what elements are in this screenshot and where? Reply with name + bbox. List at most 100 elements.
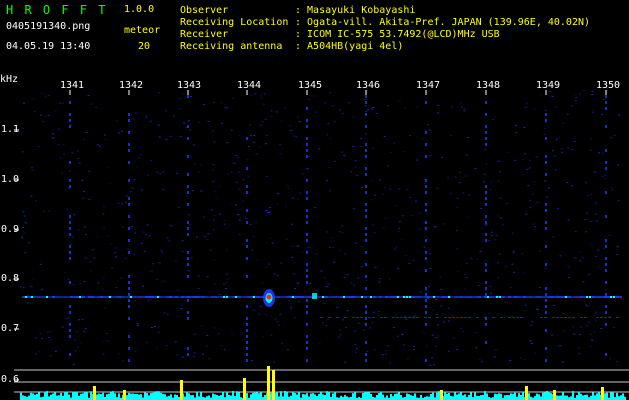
noise-dot bbox=[189, 129, 192, 131]
carrier-band-low bbox=[556, 317, 559, 318]
noise-dot bbox=[526, 102, 529, 104]
carrier-band-low bbox=[464, 317, 467, 318]
noise-dot bbox=[103, 307, 106, 309]
strength-bar bbox=[582, 395, 584, 400]
noise-dot bbox=[225, 249, 228, 251]
noise-dot bbox=[30, 167, 33, 169]
noise-dot bbox=[32, 98, 35, 100]
noise-dot bbox=[21, 237, 24, 239]
noise-dot bbox=[372, 223, 374, 225]
noise-dot bbox=[341, 225, 343, 227]
strength-bar bbox=[162, 393, 164, 400]
noise-dot bbox=[531, 321, 534, 323]
noise-dot bbox=[327, 283, 330, 285]
strength-bar bbox=[334, 391, 336, 400]
carrier-band bbox=[136, 296, 139, 298]
strength-spike bbox=[180, 380, 183, 400]
minute-streak bbox=[306, 239, 308, 242]
noise-dot bbox=[338, 231, 341, 233]
noise-dot bbox=[527, 185, 530, 187]
noise-dot bbox=[207, 233, 210, 235]
noise-dot bbox=[397, 267, 399, 269]
noise-dot bbox=[151, 270, 154, 272]
noise-dot bbox=[545, 267, 548, 269]
carrier-band bbox=[124, 296, 127, 298]
noise-dot bbox=[82, 295, 85, 296]
noise-dot bbox=[41, 93, 44, 95]
minute-streak bbox=[128, 113, 130, 116]
noise-dot bbox=[297, 116, 299, 118]
noise-dot bbox=[419, 291, 422, 293]
noise-dot bbox=[30, 195, 33, 197]
carrier-band-low bbox=[500, 317, 503, 318]
minute-streak bbox=[365, 311, 367, 314]
carrier-band bbox=[490, 296, 493, 298]
noise-dot bbox=[38, 351, 41, 353]
minute-streak bbox=[485, 323, 487, 326]
strength-bar bbox=[132, 393, 134, 400]
minute-streak bbox=[306, 119, 308, 122]
carrier-band bbox=[232, 296, 235, 298]
noise-dot bbox=[602, 98, 605, 100]
noise-dot bbox=[427, 286, 430, 288]
noise-dot bbox=[223, 223, 226, 225]
minute-streak bbox=[605, 257, 607, 260]
minute-streak bbox=[246, 347, 248, 350]
minute-streak bbox=[306, 191, 308, 194]
minute-streak bbox=[605, 107, 607, 110]
y-tick-label: 0.7 bbox=[1, 323, 20, 334]
noise-dot bbox=[465, 154, 468, 156]
noise-dot bbox=[398, 227, 401, 229]
noise-dot bbox=[31, 278, 34, 280]
noise-dot bbox=[115, 256, 118, 258]
noise-dot bbox=[434, 345, 437, 347]
carrier-bright bbox=[448, 296, 450, 298]
noise-dot bbox=[587, 321, 590, 323]
noise-dot bbox=[220, 345, 223, 347]
noise-dot bbox=[288, 299, 291, 301]
noise-dot bbox=[440, 305, 443, 307]
minute-streak bbox=[69, 251, 71, 254]
strength-bar bbox=[46, 391, 48, 400]
minute-streak bbox=[545, 209, 547, 212]
carrier-band bbox=[301, 296, 304, 298]
noise-dot bbox=[333, 160, 336, 162]
noise-dot bbox=[364, 111, 367, 112]
minute-streak bbox=[306, 359, 308, 362]
minute-streak bbox=[128, 293, 130, 296]
noise-dot bbox=[568, 277, 571, 278]
noise-dot bbox=[360, 146, 363, 147]
noise-dot bbox=[339, 329, 342, 331]
noise-dot bbox=[579, 260, 582, 262]
strength-bar bbox=[168, 395, 170, 400]
noise-dot bbox=[223, 220, 226, 222]
strength-bar bbox=[606, 392, 608, 400]
carrier-band bbox=[148, 296, 151, 298]
noise-dot bbox=[54, 350, 57, 352]
carrier-band bbox=[181, 296, 184, 298]
noise-dot bbox=[364, 105, 367, 107]
noise-dot bbox=[578, 251, 581, 253]
noise-dot bbox=[147, 299, 150, 301]
noise-dot bbox=[82, 197, 85, 199]
minute-streak bbox=[545, 287, 547, 290]
noise-dot bbox=[505, 203, 508, 204]
noise-dot bbox=[273, 361, 275, 363]
noise-dot bbox=[598, 266, 601, 268]
strength-bar bbox=[346, 396, 348, 400]
minute-streak bbox=[425, 227, 427, 230]
noise-dot bbox=[34, 294, 36, 295]
strength-bar bbox=[98, 393, 100, 400]
noise-dot bbox=[290, 306, 293, 308]
carrier-band bbox=[493, 296, 496, 298]
noise-dot bbox=[526, 168, 529, 170]
minute-streak bbox=[485, 287, 487, 290]
noise-dot bbox=[95, 236, 98, 238]
noise-dot bbox=[76, 150, 79, 152]
noise-dot bbox=[262, 103, 265, 105]
noise-dot bbox=[174, 260, 177, 262]
noise-dot bbox=[132, 253, 135, 255]
noise-dot bbox=[590, 138, 593, 140]
noise-dot bbox=[63, 153, 66, 155]
noise-dot bbox=[207, 121, 210, 122]
